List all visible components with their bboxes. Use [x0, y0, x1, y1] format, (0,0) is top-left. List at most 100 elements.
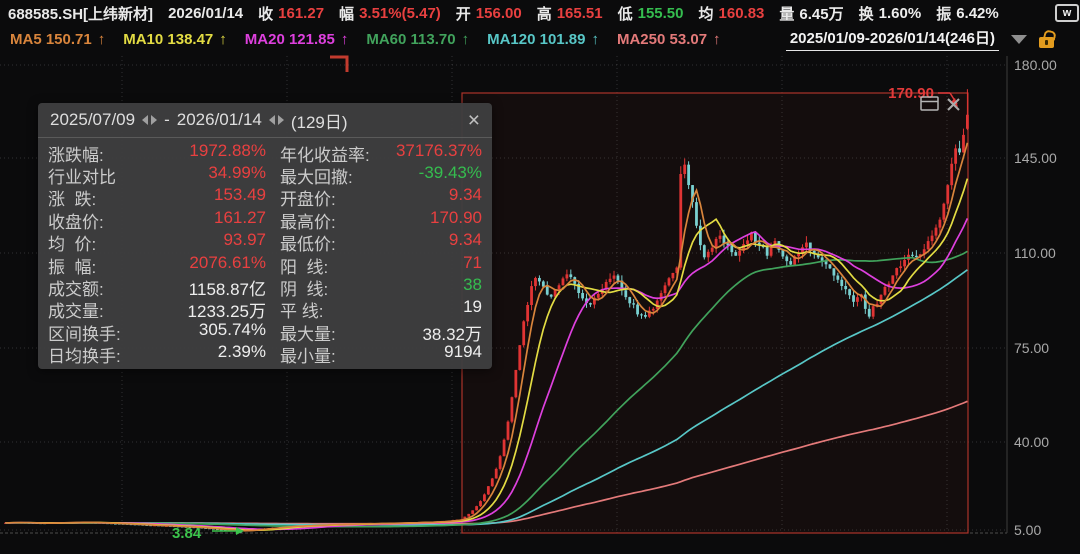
candle-body: [632, 303, 636, 305]
stat-value: 2076.61%: [189, 252, 266, 272]
ma-item: MA120 101.89 ↑: [487, 31, 599, 48]
stats-row: 收盘价: 161.27 最高价: 170.90: [48, 208, 482, 232]
ma-item: MA60 113.70 ↑: [366, 31, 469, 48]
step-forward-icon[interactable]: [151, 115, 158, 125]
arrow-up-icon: ↑: [461, 30, 470, 48]
unlock-icon[interactable]: [1039, 37, 1054, 48]
ma-item-value: MA5 150.71: [10, 30, 92, 48]
quote-field: 振 6.42%: [936, 3, 999, 24]
y-axis-tick: 180.00: [1014, 57, 1057, 73]
stat-value: 2.39%: [217, 342, 266, 362]
candle-body: [844, 286, 848, 290]
stat-label: 成交额:: [48, 280, 104, 300]
candle-body: [667, 278, 671, 286]
candle-body: [514, 369, 518, 398]
stats-row: 涨跌幅: 1972.88% 年化收益率: 37176.37%: [48, 140, 482, 165]
candle-body: [836, 275, 840, 280]
candle-body: [589, 303, 592, 305]
stats-rows: 涨跌幅: 1972.88% 年化收益率: 37176.37% 行业对比 34.99% 最大回…: [38, 138, 492, 372]
visible-range-selector[interactable]: 2025/01/09-2026/01/14(246日): [785, 27, 999, 51]
stat-label: 涨 跌:: [48, 190, 97, 210]
candle-body: [789, 261, 793, 265]
candle-body: [490, 478, 494, 487]
candle-body: [820, 257, 824, 261]
candle-body: [624, 290, 628, 298]
candle-body: [612, 275, 616, 279]
candle-body: [545, 286, 549, 295]
candle-body: [746, 240, 749, 245]
candle-body: [534, 277, 537, 287]
window-widget-icon[interactable]: w: [1055, 4, 1079, 22]
stats-row: 区间换手: 305.74% 最大量: 38.32万: [48, 320, 482, 344]
candle-body: [765, 247, 769, 256]
chevron-down-icon[interactable]: [1011, 34, 1027, 44]
end-date-stepper[interactable]: [268, 115, 284, 125]
stats-cell-left: 行业对比 34.99%: [48, 163, 280, 188]
range-selector-group: 2025/01/09-2026/01/14(246日): [785, 27, 1054, 51]
interval-stats-panel: 2025/07/09 - 2026/01/14 (129日) × 涨跌幅: 197…: [38, 103, 492, 369]
step-back-icon[interactable]: [142, 115, 149, 125]
step-forward-icon[interactable]: [277, 115, 284, 125]
candle-body: [483, 494, 486, 502]
stat-value: 1158.87亿: [188, 280, 266, 300]
quote-field-label: 收: [258, 5, 274, 23]
stat-label: 振 幅:: [48, 257, 97, 277]
stat-label: 行业对比: [48, 168, 116, 188]
y-axis-tick: 145.00: [1014, 150, 1057, 166]
candle-body: [895, 268, 899, 276]
stats-cell-left: 成交量: 1233.25万: [48, 297, 280, 322]
stats-cell-right: 最小量: 9194: [280, 342, 482, 367]
stat-value: 37176.37%: [395, 140, 482, 160]
stat-label: 最小量:: [280, 347, 336, 367]
candle-body: [486, 486, 490, 495]
candle-body: [867, 308, 871, 317]
ma-item: MA10 138.47 ↑: [123, 31, 227, 48]
stats-row: 成交量: 1233.25万平 线: 19: [48, 297, 482, 322]
interval-selection-box[interactable]: [461, 92, 969, 534]
top-info-bar: 688585.SH[上纬新材] 2026/01/14 收 161.27 幅 3.51%…: [0, 0, 1080, 26]
candle-body: [479, 501, 482, 507]
quote-field: 高 165.51: [537, 3, 603, 24]
stats-cell-left: 成交额: 1158.87亿: [48, 275, 280, 300]
stats-day-count: (129日): [290, 112, 348, 132]
stats-cell-right: 阳 线: 71: [280, 253, 482, 278]
stat-label: 最高价:: [280, 212, 336, 232]
stat-label: 最大量:: [280, 324, 336, 344]
stats-start-date[interactable]: 2025/07/09: [50, 110, 135, 130]
candle-body: [914, 255, 918, 258]
quote-field: 幅 3.51%(5.47): [339, 3, 441, 24]
start-date-stepper[interactable]: [142, 115, 158, 125]
quote-date: 2026/01/14: [168, 4, 244, 22]
candle-body: [663, 285, 667, 294]
stats-cell-left: 日均换手: 2.39%: [48, 342, 280, 367]
quote-fields: 收 161.27 幅 3.51%(5.47) 开 156.00 高 165.51 低 155.50…: [258, 3, 999, 24]
step-back-icon[interactable]: [268, 115, 275, 125]
arrow-up-icon: ↑: [97, 30, 106, 48]
candle-body: [557, 285, 561, 290]
stats-end-date[interactable]: 2026/01/14: [177, 110, 262, 130]
stats-row: 振 幅: 2076.61% 阳 线: 71: [48, 252, 482, 278]
candle-body: [871, 306, 875, 317]
stat-value: 34.99%: [208, 163, 266, 183]
candle-body: [958, 148, 961, 153]
candle-body: [494, 468, 498, 479]
quote-field: 开 156.00: [456, 3, 522, 24]
ma-legend-bar: MA5 150.71 ↑ MA10 138.47 ↑ MA20 121.85 ↑ MA60 …: [0, 26, 1080, 52]
stats-cell-right: 最低价: 9.34: [280, 230, 482, 255]
candle-body: [828, 264, 832, 269]
quote-field-value: 156.00: [475, 4, 522, 22]
range-dash: -: [164, 110, 170, 129]
close-icon[interactable]: ×: [468, 110, 480, 131]
candle-body: [706, 251, 710, 258]
quote-field-label: 量: [779, 5, 795, 23]
ma-item-value: MA20 121.85: [244, 30, 335, 48]
candle-body: [718, 235, 722, 239]
high-price-label: 170.90: [888, 85, 934, 102]
ma-values: MA5 150.71 ↑ MA10 138.47 ↑ MA20 121.85 ↑ MA60 …: [10, 31, 721, 48]
candle-body: [710, 247, 714, 252]
candle-body: [541, 281, 545, 287]
quote-field-label: 幅: [339, 5, 355, 23]
y-axis-tick: 40.00: [1014, 434, 1050, 450]
candle-body: [628, 297, 632, 304]
candle-body: [687, 164, 691, 186]
